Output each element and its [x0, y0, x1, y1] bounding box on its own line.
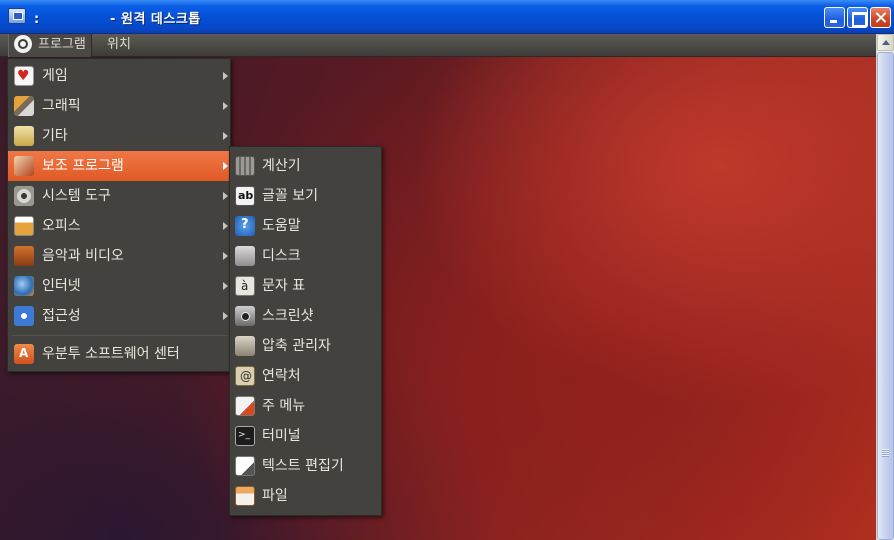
scroll-up-button[interactable] [877, 34, 894, 51]
archive-manager-icon [235, 336, 255, 356]
remote-desktop-icon [8, 8, 26, 24]
submenu-arrow-icon [223, 252, 228, 260]
submenu-item-disks[interactable]: 디스크 [230, 241, 381, 271]
panel-programs-label: 프로그램 [38, 37, 86, 52]
menu-item-label: 보조 프로그램 [42, 158, 124, 174]
maximize-button[interactable] [847, 7, 868, 28]
submenu-item-main-menu[interactable]: 주 메뉴 [230, 391, 381, 421]
menu-item-software-center[interactable]: 우분투 소프트웨어 센터 [8, 338, 230, 369]
submenu-arrow-icon [223, 282, 228, 290]
contacts-icon [235, 361, 255, 391]
submenu-item-label: 주 메뉴 [262, 398, 306, 414]
ubuntu-logo-icon [14, 34, 32, 53]
submenu-item-calculator[interactable]: 계산기 [230, 151, 381, 181]
accessibility-icon [14, 306, 34, 326]
panel-programs-menu[interactable]: 프로그램 [8, 34, 92, 57]
menu-item-label: 게임 [42, 68, 68, 84]
submenu-item-label: 계산기 [262, 158, 301, 174]
menu-item-label: 그래픽 [42, 98, 81, 114]
submenu-arrow-icon [223, 132, 228, 140]
menu-item-games[interactable]: 게임 [8, 61, 230, 91]
office-icon [14, 216, 34, 236]
menu-separator [12, 335, 228, 336]
screenshot-icon [235, 306, 255, 326]
submenu-item-label: 디스크 [262, 248, 301, 264]
menu-item-accessories[interactable]: 보조 프로그램 [8, 151, 230, 181]
submenu-item-screenshot[interactable]: 스크린샷 [230, 301, 381, 331]
menu-item-other[interactable]: 기타 [8, 121, 230, 151]
minimize-button[interactable] [824, 7, 845, 28]
submenu-item-archive-manager[interactable]: 압축 관리자 [230, 331, 381, 361]
menu-item-office[interactable]: 오피스 [8, 211, 230, 241]
submenu-item-label: 연락처 [262, 368, 301, 384]
submenu-arrow-icon [223, 222, 228, 230]
internet-icon [14, 276, 34, 296]
sound-video-icon [14, 246, 34, 266]
top-panel: 프로그램 위치 [0, 34, 876, 57]
help-icon [235, 210, 255, 240]
submenu-item-label: 도움말 [262, 218, 301, 234]
text-editor-icon [235, 456, 255, 476]
menu-item-label: 우분투 소프트웨어 센터 [42, 346, 180, 362]
submenu-item-character-map[interactable]: 문자 표 [230, 271, 381, 301]
submenu-arrow-icon [223, 102, 228, 110]
vertical-scrollbar[interactable] [876, 34, 894, 540]
menu-item-label: 접근성 [42, 308, 81, 324]
accessories-submenu: 계산기 글꼴 보기 도움말 디스크 문자 표 스크린샷 압축 관리자 연락처 주… [229, 146, 382, 516]
calculator-icon [235, 156, 255, 176]
submenu-item-contacts[interactable]: 연락처 [230, 361, 381, 391]
submenu-arrow-icon [223, 192, 228, 200]
submenu-item-label: 텍스트 편집기 [262, 458, 344, 474]
window-titlebar[interactable]: : - 원격 데스크톱 [0, 0, 894, 34]
files-icon [235, 486, 255, 506]
other-icon [14, 126, 34, 146]
game-icon [14, 61, 34, 91]
submenu-item-label: 스크린샷 [262, 308, 314, 324]
font-viewer-icon [235, 181, 255, 211]
submenu-item-label: 글꼴 보기 [262, 188, 318, 204]
submenu-arrow-icon [223, 162, 228, 170]
scroll-thumb[interactable] [877, 52, 894, 540]
accessories-icon [14, 156, 34, 176]
menu-item-accessibility[interactable]: 접근성 [8, 301, 230, 331]
submenu-item-font-viewer[interactable]: 글꼴 보기 [230, 181, 381, 211]
panel-places-menu[interactable]: 위치 [102, 34, 136, 57]
main-menu-icon [235, 396, 255, 416]
submenu-item-label: 문자 표 [262, 278, 306, 294]
submenu-item-label: 터미널 [262, 428, 301, 444]
menu-item-label: 시스템 도구 [42, 188, 111, 204]
menu-item-label: 음악과 비디오 [42, 248, 124, 264]
programs-menu: 게임 그래픽 기타 보조 프로그램 시스템 도구 오피스 음악과 비디오 인터넷 [7, 58, 231, 372]
menu-item-internet[interactable]: 인터넷 [8, 271, 230, 301]
system-tools-icon [14, 186, 34, 206]
submenu-arrow-icon [223, 312, 228, 320]
terminal-icon [235, 420, 255, 450]
graphics-icon [14, 96, 34, 116]
menu-item-graphics[interactable]: 그래픽 [8, 91, 230, 121]
submenu-item-files[interactable]: 파일 [230, 481, 381, 511]
menu-item-sound-video[interactable]: 음악과 비디오 [8, 241, 230, 271]
menu-item-label: 오피스 [42, 218, 81, 234]
menu-item-system-tools[interactable]: 시스템 도구 [8, 181, 230, 211]
submenu-item-text-editor[interactable]: 텍스트 편집기 [230, 451, 381, 481]
window-title: : - 원격 데스크톱 [34, 12, 201, 27]
disk-icon [235, 246, 255, 266]
submenu-item-help[interactable]: 도움말 [230, 210, 381, 241]
submenu-item-label: 압축 관리자 [262, 338, 331, 354]
close-button[interactable] [870, 7, 891, 28]
character-map-icon [235, 271, 255, 301]
submenu-arrow-icon [223, 72, 228, 80]
menu-item-label: 기타 [42, 128, 68, 144]
submenu-item-label: 파일 [262, 488, 288, 504]
submenu-item-terminal[interactable]: 터미널 [230, 420, 381, 451]
software-center-icon [14, 338, 34, 368]
menu-item-label: 인터넷 [42, 278, 81, 294]
